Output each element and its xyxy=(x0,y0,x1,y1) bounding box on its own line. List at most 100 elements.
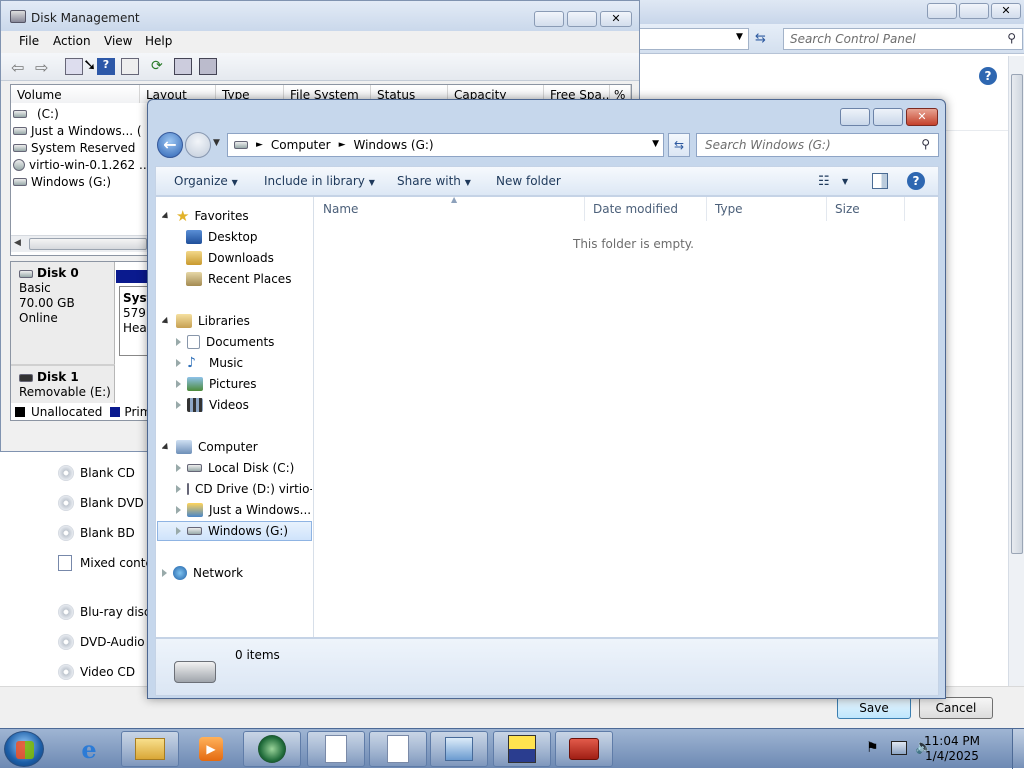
taskbar-notepad-1[interactable] xyxy=(307,731,365,767)
show-desktop-button[interactable] xyxy=(1012,729,1024,769)
chevron-down-icon[interactable]: ▼ xyxy=(842,177,848,186)
preview-pane-icon[interactable] xyxy=(872,173,888,189)
expand-icon[interactable] xyxy=(176,485,181,493)
list-item[interactable]: Blank CD xyxy=(58,462,135,484)
forward-arrow-icon[interactable]: ⇨ xyxy=(35,58,53,77)
nav-drive-f[interactable]: Just a Windows... (F: xyxy=(176,500,312,520)
action-center-flag-icon[interactable]: ⚑ xyxy=(866,740,879,756)
expand-icon[interactable] xyxy=(176,401,181,409)
disk-0-label[interactable]: Disk 0 Basic 70.00 GB Online xyxy=(11,262,115,364)
table-row[interactable]: System Reserved xyxy=(13,139,135,156)
table-row[interactable]: (C:) xyxy=(13,105,59,122)
menu-file[interactable]: File xyxy=(19,34,39,48)
table-row[interactable]: virtio-win-0.1.262 ... xyxy=(13,156,150,173)
nav-libraries[interactable]: Libraries xyxy=(162,311,250,331)
refresh-icon[interactable]: ⇆ xyxy=(755,31,766,46)
taskbar-media-player[interactable]: ▶ xyxy=(182,731,240,767)
start-button[interactable] xyxy=(4,731,44,767)
column-name[interactable]: Name xyxy=(315,197,585,221)
expand-icon[interactable] xyxy=(176,464,181,472)
restore-button[interactable] xyxy=(567,11,597,27)
nav-desktop[interactable]: Desktop xyxy=(186,227,258,247)
search-input[interactable]: Search Windows (G:) ⚲ xyxy=(696,133,939,157)
nav-pictures[interactable]: Pictures xyxy=(176,374,257,394)
console-tree-icon[interactable] xyxy=(65,58,83,75)
chevron-down-icon[interactable]: ▼ xyxy=(652,139,659,149)
disk-1-label[interactable]: Disk 1 Removable (E:) xyxy=(11,364,115,404)
column-date-modified[interactable]: Date modified xyxy=(585,197,707,221)
nav-computer[interactable]: Computer xyxy=(162,437,258,457)
expand-icon[interactable] xyxy=(162,316,171,326)
list-item[interactable]: DVD-Audio xyxy=(58,631,145,653)
expand-icon[interactable] xyxy=(176,380,181,388)
help-icon[interactable]: ? xyxy=(97,58,115,75)
control-panel-scrollbar[interactable] xyxy=(1008,56,1024,728)
breadcrumb-current[interactable]: Windows (G:) xyxy=(354,138,434,152)
help-icon[interactable]: ? xyxy=(979,67,997,85)
menu-view[interactable]: View xyxy=(104,34,132,48)
settings-icon[interactable] xyxy=(174,58,192,75)
expand-icon[interactable] xyxy=(162,211,171,221)
restore-button[interactable] xyxy=(873,108,903,126)
nav-music[interactable]: ♪ Music xyxy=(176,353,243,373)
nav-documents[interactable]: Documents xyxy=(176,332,274,352)
save-button[interactable]: Save xyxy=(837,697,911,719)
system-partition[interactable]: Syst 579 N Heal xyxy=(119,286,150,356)
recent-pages-icon[interactable]: ▼ xyxy=(213,138,220,148)
scroll-left-icon[interactable]: ◀ xyxy=(14,238,21,248)
system-clock[interactable]: 11:04 PM 1/4/2025 xyxy=(924,734,980,764)
organize-button[interactable]: Organize ▼ xyxy=(174,174,238,188)
expand-icon[interactable] xyxy=(176,527,181,535)
view-list-icon[interactable]: ☷ xyxy=(818,174,830,189)
search-input[interactable]: Search Control Panel ⚲ xyxy=(783,28,1023,50)
horizontal-scrollbar[interactable]: ◀ xyxy=(11,235,151,252)
taskbar-internet-explorer[interactable]: e xyxy=(60,731,118,767)
nav-network[interactable]: Network xyxy=(162,563,243,583)
list-item[interactable]: Mixed conte xyxy=(58,552,153,574)
taskbar-disk-management[interactable] xyxy=(493,731,551,767)
new-folder-button[interactable]: New folder xyxy=(496,174,561,188)
list-item[interactable]: Blank BD xyxy=(58,522,135,544)
minimize-button[interactable] xyxy=(534,11,564,27)
disk-icon[interactable] xyxy=(199,58,217,75)
expand-icon[interactable] xyxy=(162,569,167,577)
nav-cd-drive-d[interactable]: CD Drive (D:) virtio-w xyxy=(176,479,312,499)
list-item[interactable]: Blank DVD xyxy=(58,492,144,514)
column-size[interactable]: Size xyxy=(827,197,905,221)
table-row[interactable]: Just a Windows... ( xyxy=(13,122,142,139)
table-row[interactable]: Windows (G:) xyxy=(13,173,111,190)
minimize-button[interactable] xyxy=(927,3,957,19)
taskbar-toolbox[interactable] xyxy=(555,731,613,767)
forward-button[interactable] xyxy=(185,132,211,158)
close-button[interactable]: ✕ xyxy=(600,11,632,27)
close-button[interactable]: ✕ xyxy=(906,108,938,126)
minimize-button[interactable] xyxy=(840,108,870,126)
menu-action[interactable]: Action xyxy=(53,34,91,48)
close-button[interactable]: ✕ xyxy=(991,3,1021,19)
nav-windows-g[interactable]: Windows (G:) xyxy=(157,521,312,541)
network-status-icon[interactable] xyxy=(891,741,907,755)
share-with-button[interactable]: Share with ▼ xyxy=(397,174,471,188)
properties-icon[interactable] xyxy=(121,58,139,75)
breadcrumb-computer[interactable]: Computer xyxy=(271,138,331,152)
taskbar-notepad-2[interactable] xyxy=(369,731,427,767)
expand-icon[interactable] xyxy=(176,506,181,514)
back-button[interactable]: ← xyxy=(157,132,183,158)
list-item[interactable]: Video CD xyxy=(58,661,135,683)
nav-downloads[interactable]: Downloads xyxy=(186,248,274,268)
column-volume[interactable]: Volume xyxy=(11,85,140,103)
breadcrumb-chevron-icon[interactable]: ► xyxy=(256,140,263,150)
scrollbar-thumb[interactable] xyxy=(1011,74,1023,554)
back-arrow-icon[interactable]: ⇦ xyxy=(11,58,29,77)
list-item[interactable]: Blu-ray disc xyxy=(58,601,151,623)
help-icon[interactable]: ? xyxy=(907,172,925,190)
nav-videos[interactable]: Videos xyxy=(176,395,249,415)
cancel-button[interactable]: Cancel xyxy=(919,697,993,719)
nav-local-disk-c[interactable]: Local Disk (C:) xyxy=(176,458,294,478)
expand-icon[interactable] xyxy=(162,442,171,452)
restore-button[interactable] xyxy=(959,3,989,19)
menu-help[interactable]: Help xyxy=(145,34,172,48)
refresh-icon[interactable]: ⇆ xyxy=(668,133,690,157)
address-field[interactable]: ▼ xyxy=(639,28,749,50)
nav-recent-places[interactable]: Recent Places xyxy=(186,269,291,289)
